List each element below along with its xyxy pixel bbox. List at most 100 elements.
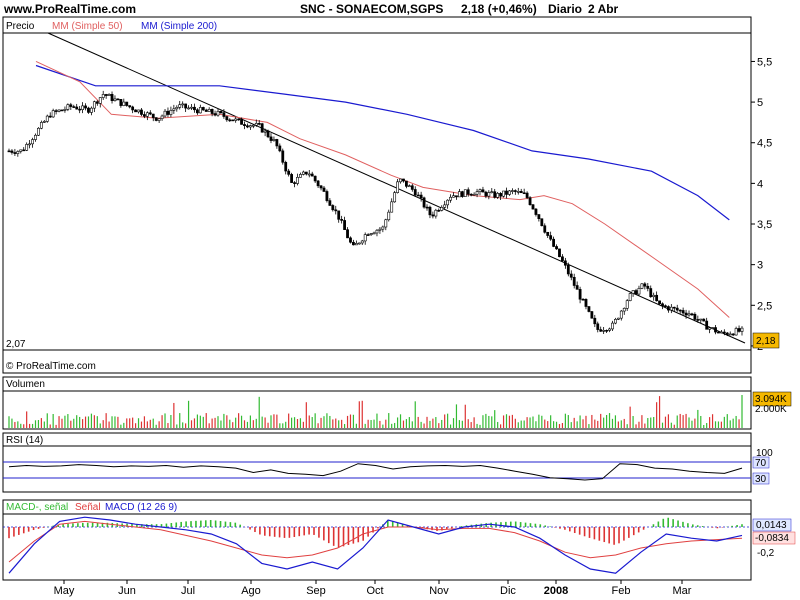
x-tick-label: Jun bbox=[118, 585, 136, 597]
candle-body bbox=[310, 173, 314, 177]
candle-body bbox=[734, 328, 738, 336]
volume-bar bbox=[296, 419, 299, 428]
candle-body bbox=[337, 210, 341, 220]
histogram-bar bbox=[27, 527, 30, 532]
candle-body bbox=[587, 306, 591, 312]
candle-body bbox=[331, 205, 335, 211]
stock-chart: Precio MM (Simple 50) MM (Simple 200) 2,… bbox=[2, 16, 796, 597]
volume-bar bbox=[96, 416, 98, 428]
candle-body bbox=[675, 307, 679, 311]
candle-body bbox=[98, 97, 102, 104]
candle-body bbox=[222, 112, 226, 117]
candle-body bbox=[343, 220, 346, 230]
histogram-bar bbox=[72, 523, 74, 527]
candle-body bbox=[693, 313, 697, 320]
x-tick-label: 2008 bbox=[544, 585, 568, 597]
volume-bar bbox=[420, 421, 422, 428]
volume-bar bbox=[338, 420, 340, 428]
volume-tick-label: 2.000K bbox=[755, 404, 787, 415]
volume-bar bbox=[438, 423, 440, 428]
candle-body bbox=[546, 231, 550, 236]
volume-bar bbox=[379, 420, 381, 428]
candle-body bbox=[104, 94, 108, 96]
macd-value-label: 0,0143 bbox=[756, 520, 787, 531]
histogram-bar bbox=[86, 522, 89, 527]
volume-bar bbox=[385, 419, 387, 428]
volume-bar bbox=[81, 419, 84, 428]
volume-bar bbox=[240, 415, 243, 428]
candle-body bbox=[681, 310, 685, 314]
candle-body bbox=[340, 219, 344, 221]
candle-body bbox=[387, 211, 391, 221]
volume-bar bbox=[714, 421, 717, 428]
volume-bar bbox=[73, 418, 75, 428]
candle-body bbox=[496, 193, 500, 198]
volume-bar bbox=[199, 415, 201, 428]
candle-body bbox=[266, 130, 270, 138]
histogram-bar bbox=[298, 527, 301, 537]
candle-body bbox=[287, 170, 291, 175]
volume-bar bbox=[158, 421, 160, 428]
price-tick-label: 3,5 bbox=[757, 219, 772, 231]
volume-bar bbox=[285, 421, 287, 428]
candle-body bbox=[243, 124, 246, 127]
volume-bar bbox=[497, 421, 499, 428]
volume-bar bbox=[608, 413, 611, 428]
histogram-bar bbox=[731, 525, 733, 527]
histogram-bar bbox=[342, 527, 345, 547]
volume-bar bbox=[391, 423, 393, 428]
volume-bar bbox=[111, 416, 113, 428]
histogram-bar bbox=[642, 527, 645, 530]
rsi-tick-30: 30 bbox=[755, 474, 767, 485]
candle-body bbox=[54, 110, 58, 112]
candle-body bbox=[472, 193, 476, 196]
volume-bar bbox=[258, 396, 260, 428]
volume-bar bbox=[26, 411, 28, 428]
volume-bar bbox=[485, 413, 487, 428]
histogram-bar bbox=[234, 522, 237, 527]
volume-bar bbox=[703, 424, 705, 428]
candle-body bbox=[322, 187, 326, 192]
volume-bar bbox=[308, 415, 310, 428]
histogram-bar bbox=[559, 527, 561, 529]
volume-bar bbox=[170, 414, 172, 428]
candle-body bbox=[637, 288, 641, 295]
candle-body bbox=[122, 101, 126, 106]
volume-bar bbox=[632, 416, 634, 428]
histogram-bar bbox=[583, 527, 586, 537]
volume-bar bbox=[252, 420, 254, 428]
volume-bar bbox=[661, 422, 664, 428]
candle-body bbox=[578, 289, 582, 300]
candle-body bbox=[419, 194, 423, 199]
volume-bar bbox=[205, 413, 207, 428]
volume-bar bbox=[555, 421, 558, 428]
volume-bar bbox=[311, 417, 313, 428]
candle-body bbox=[658, 300, 661, 305]
histogram-bar bbox=[288, 527, 291, 538]
candle-body bbox=[63, 109, 67, 111]
histogram-bar bbox=[716, 527, 719, 529]
histogram-bar bbox=[283, 527, 286, 538]
volume-bar bbox=[567, 415, 569, 428]
histogram-bar bbox=[736, 525, 738, 527]
histogram-bar bbox=[593, 527, 596, 540]
volume-bar bbox=[161, 415, 163, 428]
candle-body bbox=[151, 113, 155, 118]
histogram-bar bbox=[303, 527, 305, 536]
candle-body bbox=[475, 191, 479, 195]
volume-bar bbox=[52, 413, 54, 428]
volume-bar bbox=[176, 424, 178, 428]
x-tick-label: Dic bbox=[500, 585, 516, 597]
candle-body bbox=[684, 312, 688, 316]
candle-body bbox=[216, 111, 220, 116]
histogram-bar bbox=[42, 527, 45, 528]
histogram-bar bbox=[352, 527, 355, 544]
candle-body bbox=[540, 218, 544, 227]
volume-bar bbox=[126, 418, 128, 428]
x-tick-label: Jul bbox=[181, 585, 195, 597]
volume-bar bbox=[561, 423, 564, 428]
histogram-bar bbox=[687, 523, 689, 527]
histogram-bar bbox=[529, 523, 532, 527]
candle-body bbox=[375, 229, 379, 234]
volume-bar bbox=[134, 423, 137, 428]
